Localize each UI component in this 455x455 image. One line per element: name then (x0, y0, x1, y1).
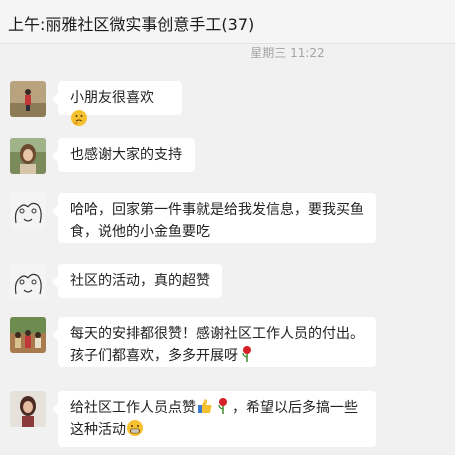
rose-icon (238, 345, 256, 363)
woman-photo-avatar[interactable] (10, 138, 46, 174)
message-text-line: 这种活动 (70, 422, 126, 438)
message-text-line: 给社区工作人员点赞 (70, 400, 196, 416)
message-text: 小朋友很喜欢 (70, 90, 154, 106)
message-bubble: 也感谢大家的支持 (52, 138, 195, 172)
message-bubble: 小朋友很喜欢 (52, 81, 182, 126)
rose-icon (214, 397, 232, 415)
message-text-line: 每天的安排都很赞！感谢社区工作人员的付出。 (70, 326, 364, 342)
chat-header: 上午:丽雅社区微实事创意手工(37) (0, 0, 455, 44)
message-text: 也感谢大家的支持 (70, 147, 182, 163)
line-drawing-avatar[interactable] (10, 264, 46, 300)
thinking-face-icon (70, 109, 88, 127)
message-bubble: 哈哈，回家第一件事就是给我发信息，要我买鱼 食，说他的小金鱼要吃 (52, 193, 376, 243)
message-text-line: 食，说他的小金鱼要吃 (70, 224, 210, 240)
line-drawing-avatar[interactable] (10, 193, 46, 229)
thumbs-up-icon (196, 397, 214, 415)
message-bubble: 给社区工作人员点赞 ，希望以后多搞一些 这种活动 (52, 391, 376, 447)
message-timestamp: 星期三 11:22 (250, 46, 325, 60)
message-bubble: 社区的活动，真的超赞 (52, 264, 222, 298)
grinning-face-icon (126, 419, 144, 437)
child-photo-avatar[interactable] (10, 81, 46, 117)
message-text: 社区的活动，真的超赞 (70, 273, 210, 289)
portrait-avatar[interactable] (10, 391, 46, 427)
message-bubble: 每天的安排都很赞！感谢社区工作人员的付出。 孩子们都喜欢，多多开展呀 (52, 317, 376, 367)
chat-title: 上午:丽雅社区微实事创意手工(37) (8, 15, 255, 34)
message-text-line: 孩子们都喜欢，多多开展呀 (70, 348, 238, 364)
message-text-line: ，希望以后多搞一些 (232, 400, 358, 416)
group-photo-avatar[interactable] (10, 317, 46, 353)
message-text-line: 哈哈，回家第一件事就是给我发信息，要我买鱼 (70, 202, 364, 218)
